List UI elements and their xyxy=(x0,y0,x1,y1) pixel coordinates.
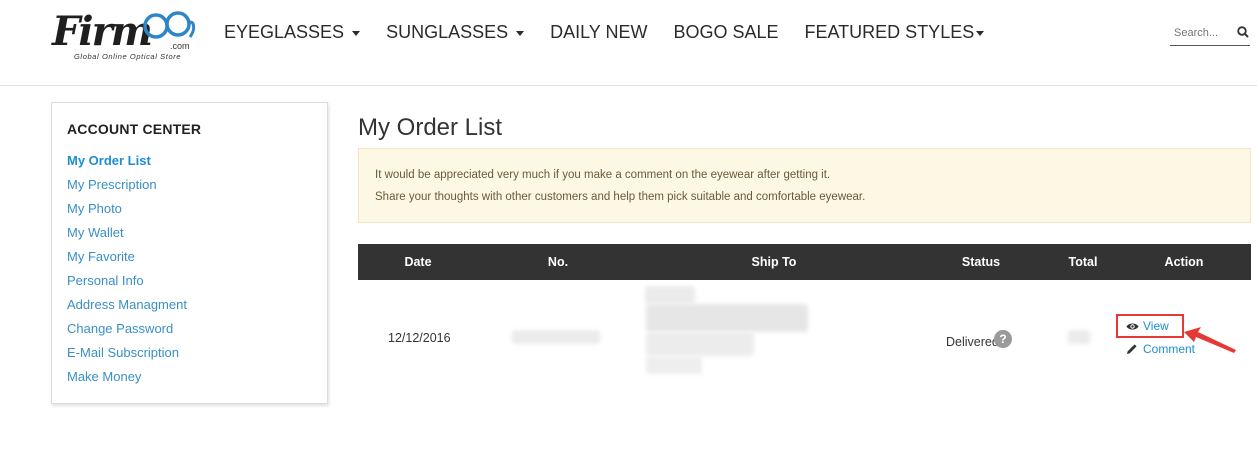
search-input[interactable] xyxy=(1174,25,1234,41)
nav-label: BOGO SALE xyxy=(673,22,779,42)
view-label: View xyxy=(1143,319,1169,333)
nav-label: SUNGLASSES xyxy=(386,22,509,42)
order-date: 12/12/2016 xyxy=(388,331,451,345)
nav-eyeglasses[interactable]: EYEGLASSES xyxy=(224,22,361,43)
caret-down-icon xyxy=(352,31,361,36)
caret-down-icon xyxy=(516,31,525,36)
logo-oo-mark xyxy=(143,11,196,39)
pencil-icon xyxy=(1127,344,1137,354)
logo-domain: .com xyxy=(170,41,190,51)
redacted-ship-to-line-4 xyxy=(646,356,702,374)
sidebar-item-my-prescription[interactable]: My Prescription xyxy=(67,175,187,199)
eye-icon xyxy=(1126,323,1139,329)
table-row: 12/12/2016 Delivered ? View Comment xyxy=(358,280,1251,390)
redacted-ship-to-line-2 xyxy=(646,304,808,332)
account-sidebar: ACCOUNT CENTER My Order List My Prescrip… xyxy=(51,102,328,404)
nav-daily-new[interactable]: DAILY NEW xyxy=(550,22,647,43)
column-header-number: No. xyxy=(547,255,569,269)
order-status: Delivered xyxy=(946,335,999,349)
nav-label: FEATURED STYLES xyxy=(804,22,975,42)
redacted-order-total xyxy=(1068,330,1090,344)
nav-bogo-sale[interactable]: BOGO SALE xyxy=(673,22,778,43)
sidebar-item-my-photo[interactable]: My Photo xyxy=(67,199,187,223)
sidebar-item-change-password[interactable]: Change Password xyxy=(67,319,187,343)
view-order-button[interactable]: View xyxy=(1116,314,1184,338)
site-header: Firm .com Global Online Optical Store EY… xyxy=(0,0,1257,86)
sidebar-title: ACCOUNT CENTER xyxy=(67,121,202,137)
sidebar-item-my-wallet[interactable]: My Wallet xyxy=(67,223,187,247)
comment-notice: It would be appreciated very much if you… xyxy=(358,148,1251,223)
notice-line-2: Share your thoughts with other customers… xyxy=(375,191,866,203)
page-title: My Order List xyxy=(358,114,503,141)
redacted-ship-to-line-1 xyxy=(645,286,695,304)
sidebar-item-personal-info[interactable]: Personal Info xyxy=(67,271,187,295)
logo-wordmark: Firm xyxy=(52,8,153,55)
column-header-total: Total xyxy=(1068,255,1098,269)
logo-tagline: Global Online Optical Store xyxy=(74,52,182,61)
sidebar-menu: My Order List My Prescription My Photo M… xyxy=(67,151,187,391)
nav-label: EYEGLASSES xyxy=(224,22,345,42)
redacted-ship-to-line-3 xyxy=(646,332,754,356)
sidebar-item-address-management[interactable]: Address Managment xyxy=(67,295,187,319)
orders-table-header: Date No. Ship To Status Total Action xyxy=(358,244,1251,280)
column-header-date: Date xyxy=(404,255,432,269)
sidebar-item-my-order-list[interactable]: My Order List xyxy=(67,151,187,175)
notice-line-1: It would be appreciated very much if you… xyxy=(375,169,831,181)
site-logo[interactable]: Firm .com Global Online Optical Store xyxy=(52,8,200,64)
caret-down-icon xyxy=(976,31,985,36)
main-nav: EYEGLASSES SUNGLASSES DAILY NEW BOGO SAL… xyxy=(224,22,985,43)
sidebar-item-email-subscription[interactable]: E-Mail Subscription xyxy=(67,343,187,367)
column-header-ship-to: Ship To xyxy=(751,255,797,269)
nav-label: DAILY NEW xyxy=(550,22,648,42)
nav-featured-styles[interactable]: FEATURED STYLES xyxy=(805,22,985,43)
redacted-order-number xyxy=(512,330,600,344)
sidebar-item-make-money[interactable]: Make Money xyxy=(67,367,187,391)
sidebar-item-my-favorite[interactable]: My Favorite xyxy=(67,247,187,271)
column-header-status: Status xyxy=(961,255,1001,269)
search-icon[interactable] xyxy=(1237,26,1249,38)
annotation-arrow-icon xyxy=(1184,327,1236,353)
search-box xyxy=(1170,22,1250,46)
help-icon[interactable]: ? xyxy=(994,330,1012,348)
column-header-action: Action xyxy=(1164,255,1204,269)
nav-sunglasses[interactable]: SUNGLASSES xyxy=(386,22,525,43)
